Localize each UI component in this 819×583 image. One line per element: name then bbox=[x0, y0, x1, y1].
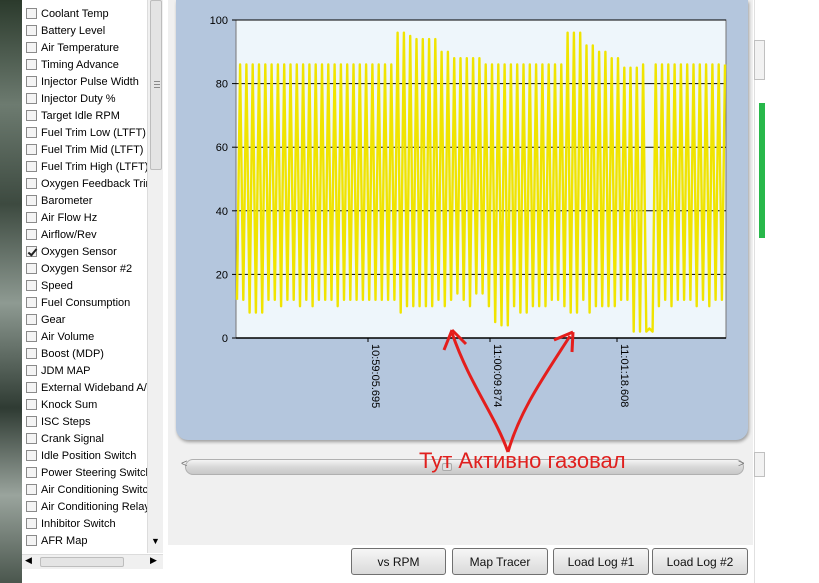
vs-rpm-button[interactable]: vs RPM bbox=[351, 548, 446, 575]
background-green-bar bbox=[759, 103, 765, 238]
background-window-edge bbox=[754, 0, 765, 583]
load-log-1-button[interactable]: Load Log #1 bbox=[553, 548, 649, 575]
background-window-control bbox=[754, 452, 765, 477]
background-window-control bbox=[754, 40, 765, 80]
red-arrow-left bbox=[450, 332, 510, 453]
load-log-2-button[interactable]: Load Log #2 bbox=[652, 548, 748, 575]
red-arrow-right-head bbox=[553, 330, 575, 353]
annotation-text: Тут Активно газовал bbox=[419, 448, 626, 473]
map-tracer-button[interactable]: Map Tracer bbox=[452, 548, 548, 575]
red-arrow-right bbox=[506, 335, 572, 453]
annotation-arrows bbox=[442, 328, 575, 453]
